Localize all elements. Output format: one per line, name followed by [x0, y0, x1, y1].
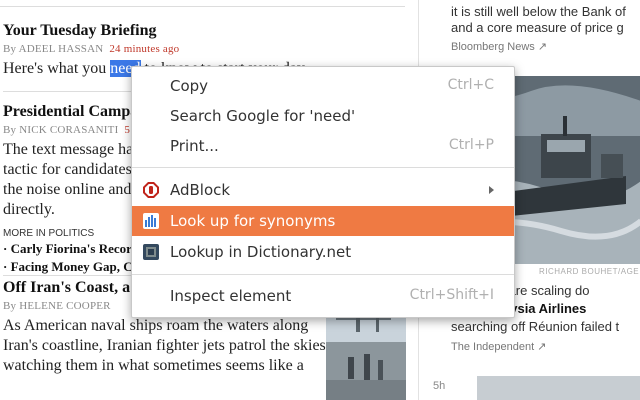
menu-item-label: Print... [170, 137, 219, 155]
rail-photo[interactable] [477, 376, 640, 400]
context-menu: Copy Ctrl+C Search Google for 'need' Pri… [131, 66, 515, 318]
menu-item-label: Copy [170, 77, 209, 95]
menu-item-shortcut: Ctrl+P [448, 137, 494, 153]
menu-item-inspect-element[interactable]: Inspect element Ctrl+Shift+I [132, 281, 514, 311]
menu-item-shortcut: Ctrl+Shift+I [409, 287, 494, 303]
byline-prefix: By [3, 300, 17, 312]
byline-prefix: By [3, 124, 17, 136]
rail-text: it is still well below the Bank of [451, 4, 626, 19]
menu-item-look-up-synonyms[interactable]: Look up for synonyms [132, 206, 514, 236]
byline-time: 24 minutes ago [109, 43, 180, 55]
rail-source-link[interactable]: Bloomberg News ↗ [451, 40, 547, 53]
menu-item-lookup-dictionary[interactable]: Lookup in Dictionary.net [132, 237, 514, 267]
byline-prefix: By [3, 43, 17, 55]
menu-item-label: Inspect element [170, 287, 292, 305]
menu-separator [132, 167, 514, 168]
story-byline: By ADEEL HASSAN 24 minutes ago [3, 43, 308, 55]
summary-text-before: Here's what you [3, 60, 111, 77]
menu-item-shortcut: Ctrl+C [447, 77, 494, 93]
menu-item-adblock[interactable]: AdBlock [132, 175, 514, 205]
submenu-arrow-icon [489, 186, 494, 194]
menu-item-copy[interactable]: Copy Ctrl+C [132, 71, 514, 101]
rail-text: and a core measure of price g [451, 20, 624, 35]
menu-separator [132, 274, 514, 275]
rail-timestamp: 5h [433, 380, 446, 392]
menu-item-print[interactable]: Print... Ctrl+P [132, 131, 514, 161]
synonyms-icon [143, 213, 159, 229]
byline-author[interactable]: NICK CORASANITI [19, 124, 118, 136]
photo-credit: RICHARD BOUHET/AGE [539, 267, 640, 276]
byline-author[interactable]: ADEEL HASSAN [19, 43, 104, 55]
rail-source-link[interactable]: The Independent ↗ [451, 340, 546, 353]
top-divider [0, 6, 405, 7]
story-headline[interactable]: Your Tuesday Briefing [3, 22, 308, 40]
menu-item-label: Search Google for 'need' [170, 107, 356, 125]
menu-item-label: Lookup in Dictionary.net [170, 243, 352, 261]
menu-item-search-google[interactable]: Search Google for 'need' [132, 101, 514, 131]
byline-author[interactable]: HELENE COOPER [19, 300, 111, 312]
rail-text: searching off Réunion failed t [451, 319, 620, 334]
dictionary-icon [143, 244, 159, 260]
menu-item-label: Look up for synonyms [170, 212, 336, 230]
adblock-icon [143, 182, 159, 198]
menu-item-label: AdBlock [170, 181, 231, 199]
